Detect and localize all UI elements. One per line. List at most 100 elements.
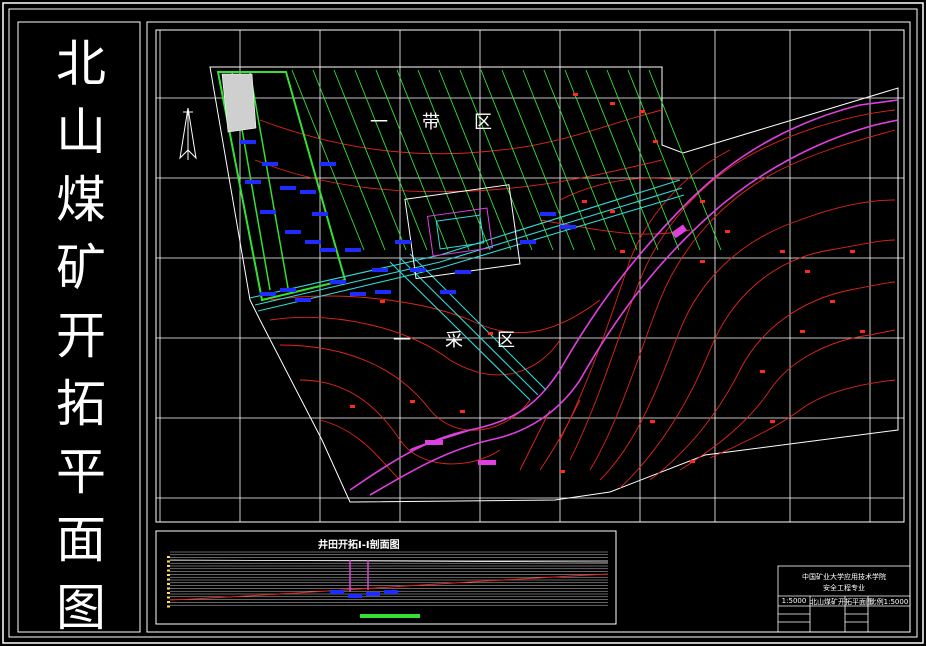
section-elevation-tick xyxy=(167,605,170,608)
inner-frame xyxy=(8,8,918,638)
survey-mark xyxy=(700,200,705,203)
section-title: 井田开拓I-I剖面图 xyxy=(318,540,400,551)
survey-mark xyxy=(410,400,415,403)
zone-label-lower: 一采区 xyxy=(393,330,549,351)
section-elevation-tick xyxy=(167,569,170,572)
section-workings-block xyxy=(330,590,344,594)
contour-lines xyxy=(254,109,896,489)
workings-block xyxy=(245,180,261,184)
section-elevation-tick xyxy=(167,592,170,594)
workings-block xyxy=(305,240,321,244)
workings-block xyxy=(540,212,556,216)
panel-strip-line xyxy=(438,69,512,251)
mine-boundary xyxy=(209,66,899,503)
workings-block xyxy=(560,225,576,229)
title-block-department: 安全工程专业 xyxy=(823,584,865,592)
section-workings-block xyxy=(384,590,398,594)
workings-block xyxy=(280,288,296,292)
workings-block xyxy=(455,270,471,274)
panel-strip-line xyxy=(312,69,386,251)
survey-mark xyxy=(640,110,645,113)
section-elevation-tick xyxy=(167,556,170,558)
workings-block xyxy=(350,292,366,296)
workings-block xyxy=(320,162,336,166)
section-elevation-tick xyxy=(167,560,170,563)
survey-mark xyxy=(780,250,785,253)
survey-mark xyxy=(460,410,465,413)
survey-mark xyxy=(700,260,705,263)
section-workings-block xyxy=(366,592,380,596)
survey-mark xyxy=(560,470,565,473)
panel-strip-line xyxy=(543,69,617,251)
panel-strip-line xyxy=(648,69,722,251)
section-elevation-tick xyxy=(167,578,170,581)
workings-block xyxy=(280,186,296,190)
survey-mark xyxy=(725,230,730,233)
section-elevation-tick xyxy=(167,587,170,590)
workings-block xyxy=(262,162,278,166)
panel-strip-line xyxy=(501,69,575,251)
workings-block xyxy=(260,292,276,296)
workings-block xyxy=(320,248,336,252)
outer-frame xyxy=(2,2,924,644)
survey-mark xyxy=(650,420,655,423)
survey-mark xyxy=(380,300,385,303)
panel-strip-line xyxy=(333,69,407,251)
workings-block xyxy=(375,290,391,294)
panel-strip-line xyxy=(375,69,449,251)
survey-mark xyxy=(760,370,765,373)
workings-block xyxy=(295,298,311,302)
survey-mark xyxy=(350,405,355,408)
workings-block xyxy=(440,290,456,294)
survey-mark xyxy=(850,250,855,253)
workings-marks xyxy=(240,93,865,473)
industrial-square xyxy=(404,184,521,280)
survey-mark xyxy=(620,250,625,253)
panel-strips xyxy=(291,69,722,251)
zone-label-upper: 一带区 xyxy=(370,112,526,133)
survey-mark xyxy=(610,210,615,213)
panel-strip-line xyxy=(627,69,701,251)
cross-section-view xyxy=(167,551,609,618)
title-block-scale-left: 1:5000 xyxy=(781,597,807,605)
section-elevation-tick xyxy=(167,574,170,576)
north-arrow-icon xyxy=(179,107,197,160)
goaf-hatch xyxy=(221,73,257,133)
section-elevation-tick xyxy=(167,596,170,599)
survey-mark xyxy=(805,270,810,273)
workings-block xyxy=(240,140,256,144)
panel-strip-line xyxy=(459,69,533,251)
survey-mark xyxy=(582,200,587,203)
section-elevation-tick xyxy=(167,565,170,567)
section-seam-line xyxy=(169,573,609,601)
survey-mark xyxy=(610,102,615,105)
survey-mark xyxy=(770,420,775,423)
river-marker xyxy=(425,440,443,445)
panel-strip-line xyxy=(354,69,428,251)
title-block-scale: 比例1:5000 xyxy=(869,598,909,606)
section-scale-bar xyxy=(360,614,420,618)
survey-mark xyxy=(690,460,695,463)
survey-mark xyxy=(573,93,578,96)
workings-block xyxy=(312,212,328,216)
workings-block xyxy=(520,240,536,244)
drawing-title: 北 山 煤 矿 开 拓 平 面 图 xyxy=(56,35,106,637)
survey-mark xyxy=(800,330,805,333)
title-block-drawing-name: 北山煤矿开拓平面图 xyxy=(810,598,873,606)
workings-block xyxy=(285,230,301,234)
panel-strip-line xyxy=(585,69,659,251)
river-marker xyxy=(478,460,496,465)
river xyxy=(349,99,899,496)
shaft-bottom xyxy=(435,214,485,250)
survey-mark xyxy=(860,330,865,333)
workings-block xyxy=(410,268,426,272)
section-workings-block xyxy=(348,594,362,598)
title-block-institution: 中国矿业大学应用技术学院 xyxy=(802,573,886,581)
mine-plan-drawing xyxy=(2,2,924,644)
workings-block xyxy=(372,268,388,272)
workings-block xyxy=(395,240,411,244)
survey-mark xyxy=(830,300,835,303)
survey-mark xyxy=(653,140,658,143)
workings-block xyxy=(330,280,346,284)
workings-block xyxy=(260,210,276,214)
